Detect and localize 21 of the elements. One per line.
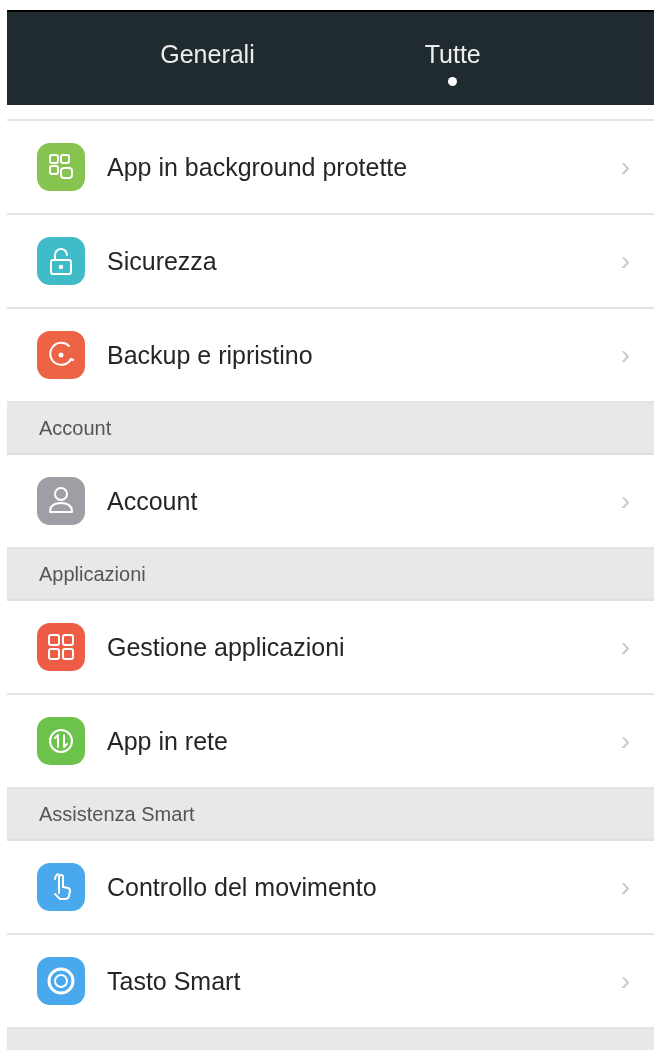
item-label: Account <box>107 486 199 516</box>
tab[interactable]: Generali <box>120 12 295 105</box>
chevron-icon: › <box>620 633 630 661</box>
section-header: Assistenza Smart <box>7 789 654 841</box>
chevron-icon: › <box>620 487 630 515</box>
tab[interactable]: Tutte <box>384 12 521 105</box>
section-header: Applicazioni <box>7 549 654 601</box>
item-label: Gestione applicazioni <box>107 632 346 662</box>
section-header: Account <box>7 403 654 455</box>
chevron-icon: › <box>620 967 630 995</box>
item-label: App in rete <box>107 726 229 756</box>
item-label: App in background protette <box>107 152 409 182</box>
chevron-icon: › <box>620 247 630 275</box>
chevron-icon: › <box>620 341 630 369</box>
chevron-icon: › <box>620 153 630 181</box>
item-label: Controllo del movimento <box>107 872 378 902</box>
item-label: Backup e ripristino <box>107 340 314 370</box>
item-label: Sicurezza <box>107 246 218 276</box>
item-label: Tasto Smart <box>107 966 242 996</box>
chevron-icon: › <box>620 727 630 755</box>
chevron-icon: › <box>620 873 630 901</box>
